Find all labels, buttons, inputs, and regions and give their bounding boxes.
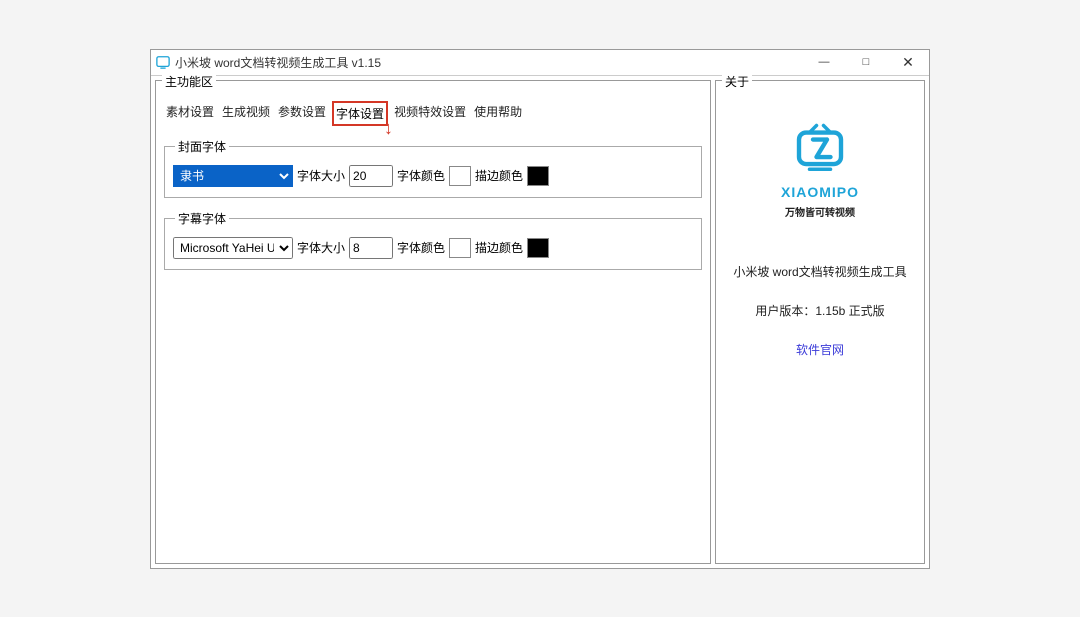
subtitle-stroke-color-swatch[interactable] <box>527 238 549 258</box>
cover-font-group: 封面字体 隶书 字体大小 字体颜色 描边颜色 <box>164 138 702 198</box>
cover-stroke-label: 描边颜色 <box>475 167 523 184</box>
app-icon <box>155 54 171 70</box>
cover-size-label: 字体大小 <box>297 167 345 184</box>
arrow-icon: ↓ <box>384 119 393 137</box>
maximize-button[interactable]: □ <box>845 50 887 75</box>
cover-stroke-color-swatch[interactable] <box>527 166 549 186</box>
tabs-row: 素材设置 生成视频 参数设置 字体设置 视频特效设置 使用帮助 ↓ <box>164 101 702 126</box>
logo-block: XIAOMIPO 万物皆可转视频 <box>735 101 905 241</box>
cover-size-input[interactable] <box>349 165 393 187</box>
subtitle-color-label: 字体颜色 <box>397 239 445 256</box>
cover-font-select[interactable]: 隶书 <box>173 165 293 187</box>
content: 主功能区 素材设置 生成视频 参数设置 字体设置 视频特效设置 使用帮助 ↓ 封… <box>151 76 929 568</box>
close-button[interactable]: ✕ <box>887 50 929 75</box>
official-site-link[interactable]: 软件官网 <box>796 341 844 358</box>
cover-font-color-swatch[interactable] <box>449 166 471 186</box>
subtitle-font-legend: 字幕字体 <box>175 210 229 227</box>
about-product-name: 小米坡 word文档转视频生成工具 <box>733 263 906 280</box>
about-version: 用户版本：1.15b 正式版 <box>755 302 884 319</box>
about-panel: 关于 XIAOMIPO 万物皆可转视频 小米坡 word文档转视频生成工具 用户… <box>715 80 925 564</box>
window-controls: — □ ✕ <box>803 50 929 75</box>
tab-help[interactable]: 使用帮助 <box>472 101 524 126</box>
about-legend: 关于 <box>722 73 752 90</box>
app-window: 小米坡 word文档转视频生成工具 v1.15 — □ ✕ 主功能区 素材设置 … <box>150 49 930 569</box>
subtitle-font-select[interactable]: Microsoft YaHei UI <box>173 237 293 259</box>
window-title: 小米坡 word文档转视频生成工具 v1.15 <box>175 54 803 71</box>
subtitle-size-input[interactable] <box>349 237 393 259</box>
subtitle-font-color-swatch[interactable] <box>449 238 471 258</box>
minimize-button[interactable]: — <box>803 50 845 75</box>
cover-font-legend: 封面字体 <box>175 138 229 155</box>
tab-effects[interactable]: 视频特效设置 <box>392 101 468 126</box>
main-panel: 主功能区 素材设置 生成视频 参数设置 字体设置 视频特效设置 使用帮助 ↓ 封… <box>155 80 711 564</box>
subtitle-font-row: Microsoft YaHei UI 字体大小 字体颜色 描边颜色 <box>173 237 693 259</box>
cover-color-label: 字体颜色 <box>397 167 445 184</box>
brand-slogan: 万物皆可转视频 <box>785 204 855 219</box>
cover-font-row: 隶书 字体大小 字体颜色 描边颜色 <box>173 165 693 187</box>
tab-generate[interactable]: 生成视频 <box>220 101 272 126</box>
brand-text: XIAOMIPO <box>781 184 859 200</box>
titlebar: 小米坡 word文档转视频生成工具 v1.15 — □ ✕ <box>151 50 929 76</box>
subtitle-font-group: 字幕字体 Microsoft YaHei UI 字体大小 字体颜色 描边颜色 <box>164 210 702 270</box>
tab-materials[interactable]: 素材设置 <box>164 101 216 126</box>
main-legend: 主功能区 <box>162 73 216 90</box>
subtitle-stroke-label: 描边颜色 <box>475 239 523 256</box>
logo-icon <box>790 122 850 178</box>
subtitle-size-label: 字体大小 <box>297 239 345 256</box>
tab-params[interactable]: 参数设置 <box>276 101 328 126</box>
tab-font-settings[interactable]: 字体设置 <box>332 101 388 126</box>
